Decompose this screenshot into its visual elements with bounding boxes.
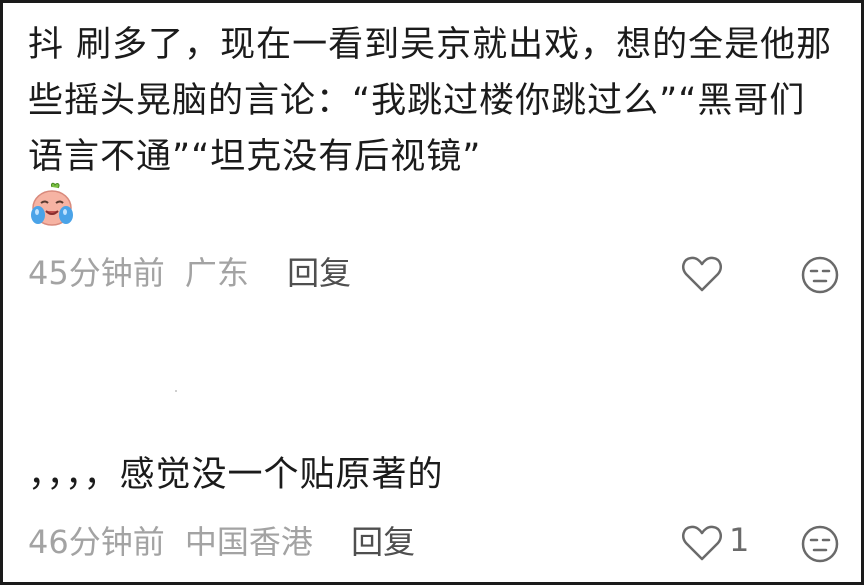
comment-time: 46分钟前 [28, 523, 165, 561]
comment-location: 广东 [184, 254, 249, 292]
comment-screenshot-frame: 抖 刷多了，现在一看到吴京就出戏，想的全是他那些摇头晃脑的言论：“我跳过楼你跳过… [0, 0, 864, 585]
dislike-face-icon[interactable] [800, 524, 840, 564]
dislike-face-icon[interactable] [800, 255, 840, 295]
like-count: 1 [729, 521, 750, 559]
comment-location: 中国香港 [184, 523, 313, 561]
divider-dot [175, 390, 177, 392]
comment-time: 45分钟前 [28, 254, 165, 292]
heart-icon[interactable] [681, 524, 723, 562]
reply-button[interactable]: 回复 [351, 523, 415, 561]
comment-meta: 46分钟前 中国香港 回复 [28, 522, 425, 562]
comment-text: 抖 刷多了，现在一看到吴京就出戏，想的全是他那些摇头晃脑的言论：“我跳过楼你跳过… [28, 25, 833, 177]
comment-text: ，，，，感觉没一个贴原著的 [28, 455, 444, 495]
heart-icon[interactable] [681, 255, 723, 293]
reply-button[interactable]: 回复 [287, 254, 351, 292]
crying-face-emoji-icon [31, 182, 73, 226]
comment-meta: 45分钟前 广东 回复 [28, 253, 361, 293]
